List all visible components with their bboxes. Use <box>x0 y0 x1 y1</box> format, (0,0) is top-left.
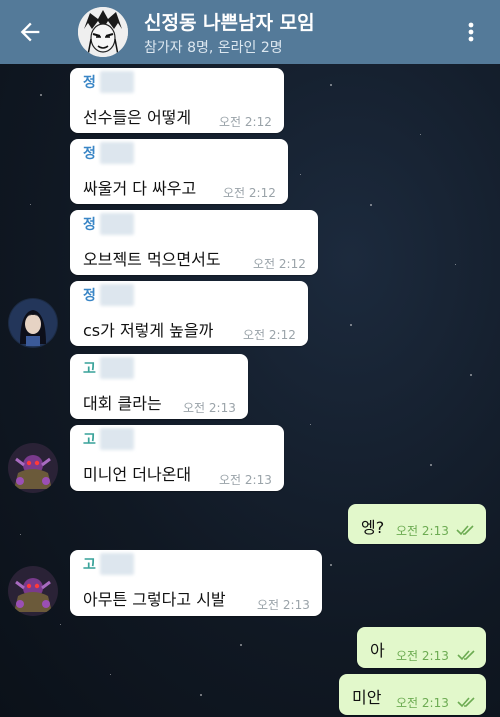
message-time: 오전 2:13 <box>183 401 236 415</box>
incoming-message[interactable]: 고 대회 클라는 오전 2:13 <box>70 354 248 419</box>
sender-avatar-go[interactable] <box>8 566 58 616</box>
message-text: 엥? <box>361 518 385 537</box>
message-text: 오브젝트 먹으면서도 <box>83 250 221 269</box>
sender-name[interactable]: 고 <box>83 554 96 574</box>
outgoing-message[interactable]: 아 오전 2:13 <box>357 627 486 668</box>
message-time: 오전 2:13 <box>257 598 310 612</box>
chat-title[interactable]: 신정동 나쁜남자 모임 <box>144 8 315 35</box>
message-text: 아무튼 그렇다고 시발 <box>83 590 226 609</box>
redacted-name <box>100 553 134 575</box>
redacted-name <box>100 357 134 379</box>
chat-header: 신정동 나쁜남자 모임 참가자 8명, 온라인 2명 <box>0 0 500 64</box>
message-text: 미니언 더나온대 <box>83 465 192 484</box>
message-time: 오전 2:13 <box>396 696 449 710</box>
message-time: 오전 2:12 <box>219 115 272 129</box>
incoming-message[interactable]: 고 미니언 더나온대 오전 2:13 <box>70 425 284 491</box>
sender-name[interactable]: 고 <box>83 358 96 378</box>
incoming-message[interactable]: 고 아무튼 그렇다고 시발 오전 2:13 <box>70 550 322 616</box>
redacted-name <box>100 213 134 235</box>
sender-avatar-go[interactable] <box>8 443 58 493</box>
more-vertical-icon[interactable] <box>462 18 480 46</box>
redacted-name <box>100 428 134 450</box>
incoming-message[interactable]: 정 싸울거 다 싸우고 오전 2:12 <box>70 139 288 204</box>
message-time: 오전 2:13 <box>219 473 272 487</box>
message-text: 대회 클라는 <box>83 394 162 413</box>
group-avatar[interactable] <box>78 7 128 57</box>
message-time: 오전 2:12 <box>223 186 276 200</box>
back-arrow-icon[interactable] <box>16 18 44 46</box>
message-text: 아 <box>370 641 385 660</box>
incoming-message[interactable]: 정 오브젝트 먹으면서도 오전 2:12 <box>70 210 318 275</box>
double-check-icon <box>457 650 475 661</box>
message-text: 미안 <box>352 688 382 707</box>
incoming-message[interactable]: 정 선수들은 어떻게 오전 2:12 <box>70 68 284 133</box>
double-check-icon <box>457 697 475 708</box>
double-check-icon <box>456 525 474 536</box>
outgoing-message[interactable]: 엥? 오전 2:13 <box>348 504 486 544</box>
redacted-name <box>100 71 134 93</box>
message-text: 싸울거 다 싸우고 <box>83 179 197 198</box>
message-time: 오전 2:12 <box>243 328 296 342</box>
message-time: 오전 2:12 <box>253 257 306 271</box>
sender-name[interactable]: 정 <box>83 143 96 163</box>
message-time: 오전 2:13 <box>396 649 449 663</box>
sender-name[interactable]: 정 <box>83 72 96 92</box>
chat-subtitle: 참가자 8명, 온라인 2명 <box>144 40 283 56</box>
incoming-message[interactable]: 정 cs가 저렇게 높을까 오전 2:12 <box>70 281 308 346</box>
sender-avatar-jung[interactable] <box>8 298 58 348</box>
message-time: 오전 2:13 <box>396 524 449 538</box>
message-text: cs가 저렇게 높을까 <box>83 321 214 340</box>
outgoing-message[interactable]: 미안 오전 2:13 <box>339 674 486 715</box>
message-text: 선수들은 어떻게 <box>83 108 192 127</box>
redacted-name <box>100 142 134 164</box>
redacted-name <box>100 284 134 306</box>
sender-name[interactable]: 정 <box>83 214 96 234</box>
sender-name[interactable]: 정 <box>83 285 96 305</box>
sender-name[interactable]: 고 <box>83 429 96 449</box>
